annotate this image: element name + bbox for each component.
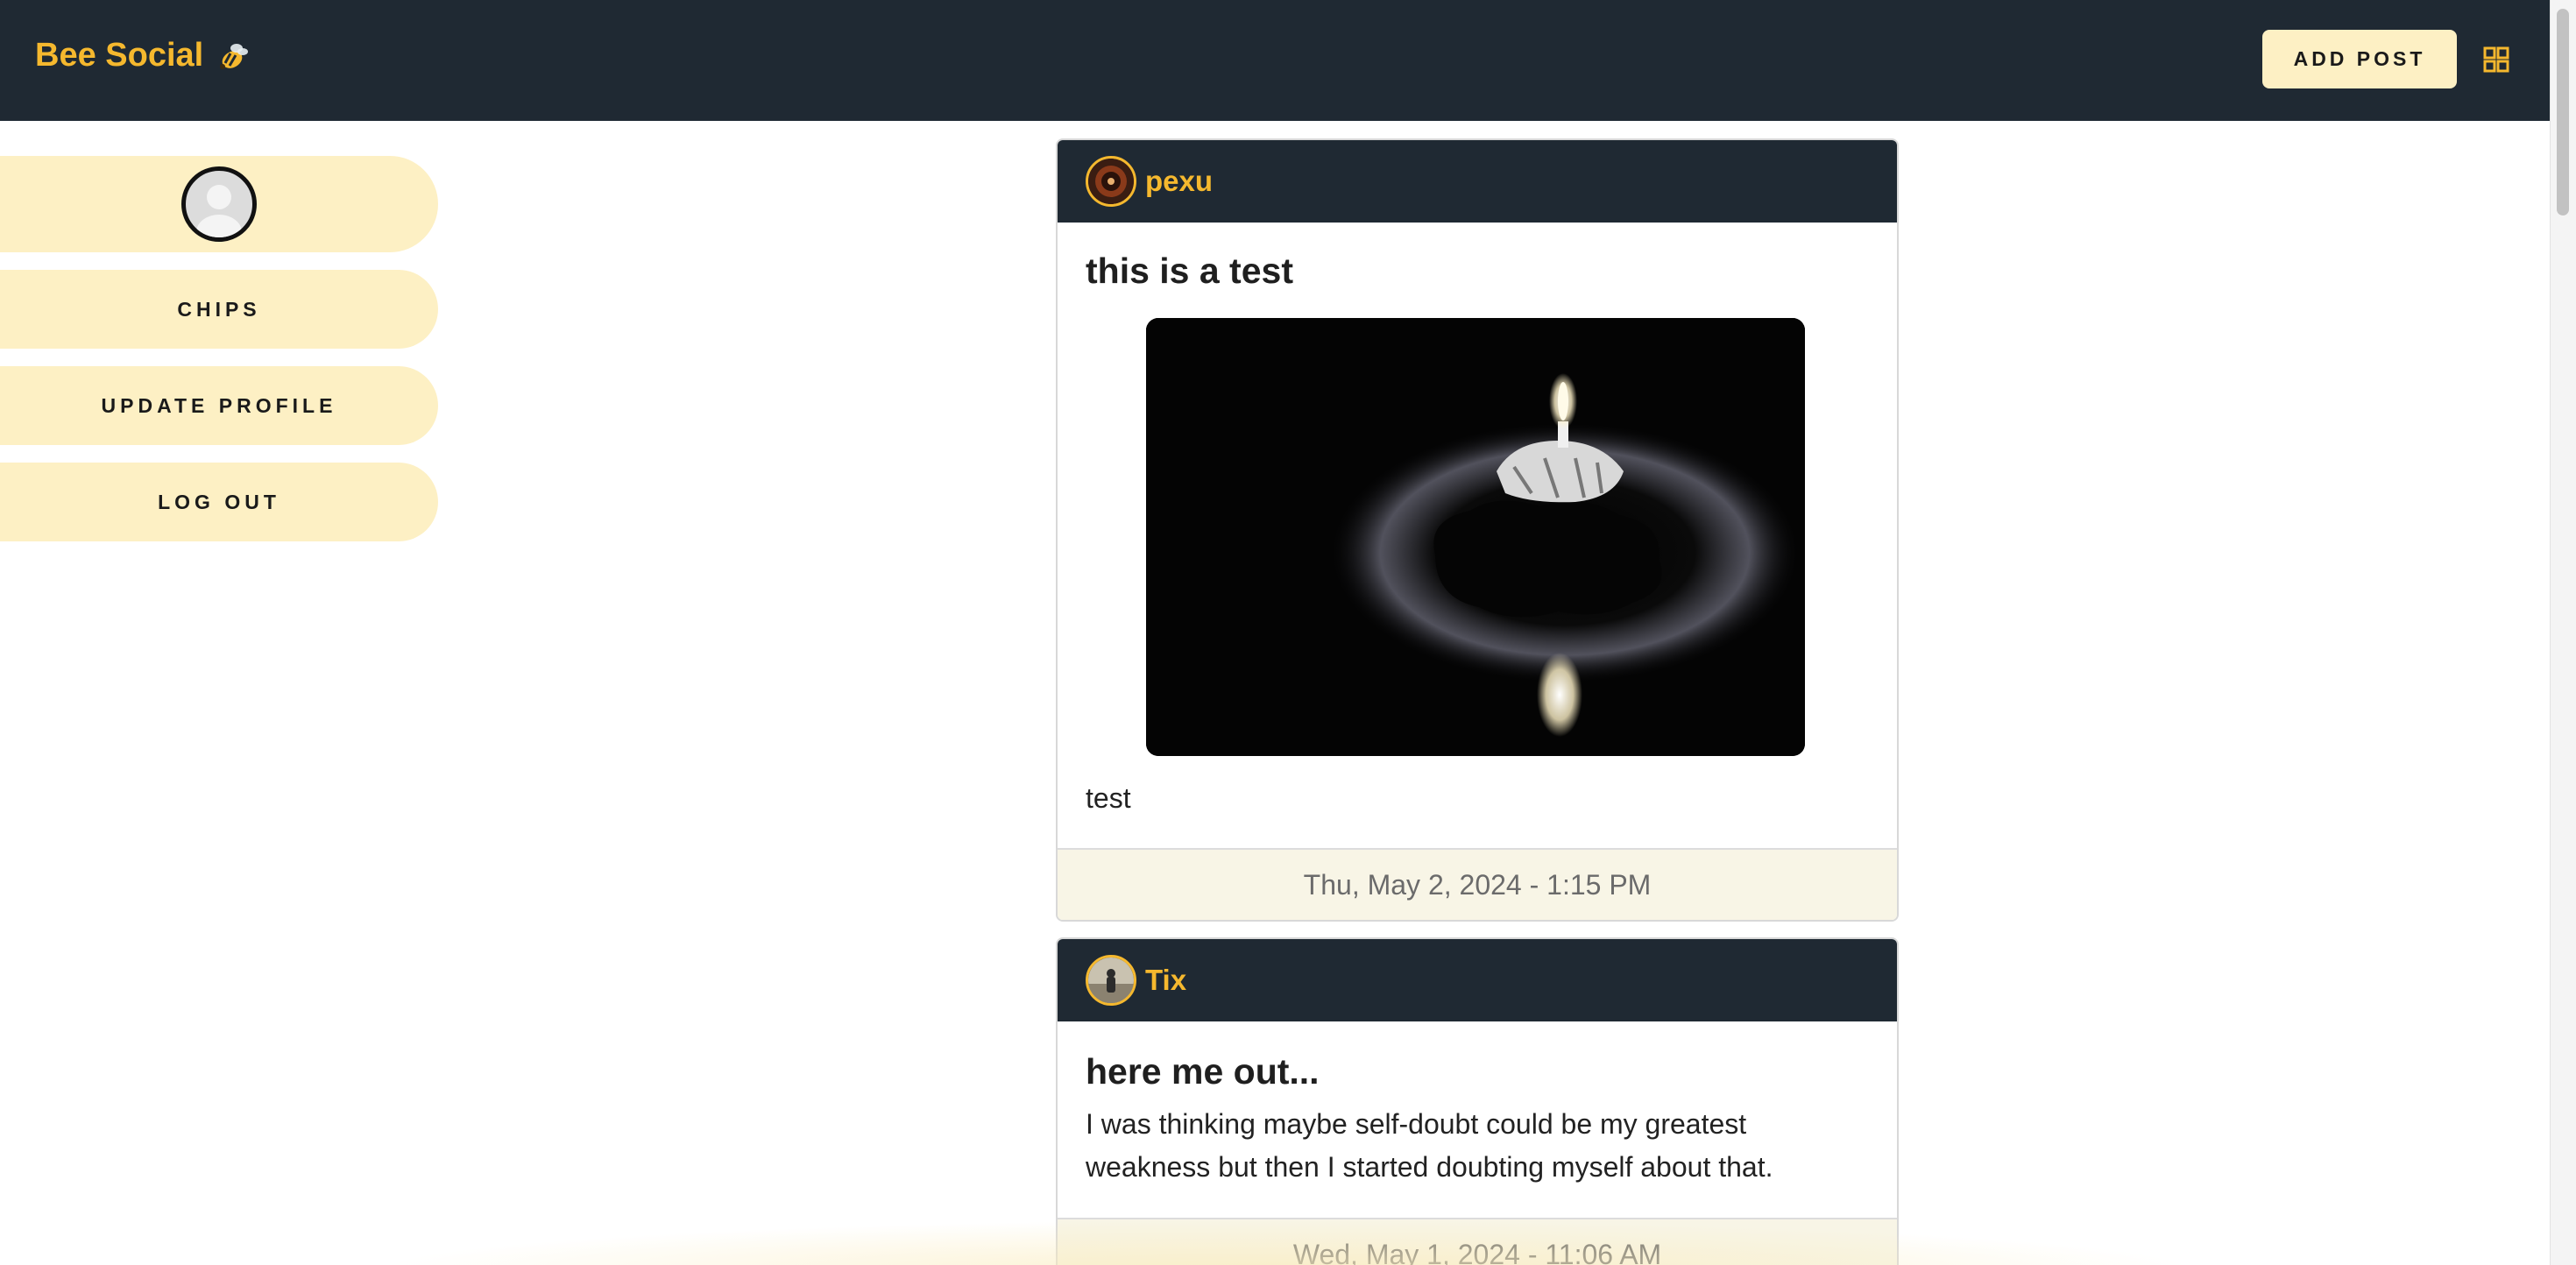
page: Bee Social ADD POST CHIPS UPDATE PROFILE…	[0, 0, 2576, 1265]
user-avatar[interactable]	[1086, 156, 1136, 207]
post-image	[1146, 318, 1805, 756]
avatar	[181, 166, 257, 242]
post-body: test	[1086, 782, 1131, 814]
sidebar-item-log-out[interactable]: LOG OUT	[0, 463, 438, 541]
post-body: I was thinking maybe self-doubt could be…	[1086, 1108, 1773, 1183]
grid-icon[interactable]	[2483, 46, 2509, 73]
top-navbar: Bee Social ADD POST	[0, 0, 2550, 121]
sidebar-item-update-profile[interactable]: UPDATE PROFILE	[0, 366, 438, 445]
profile-avatar-item[interactable]	[0, 156, 438, 252]
user-avatar[interactable]	[1086, 955, 1136, 1006]
post-card: pexu this is a test test Thu, May 2, 202…	[1056, 138, 1899, 922]
candle-image	[1146, 318, 1805, 756]
post-header: Tix	[1058, 939, 1897, 1021]
user-placeholder-icon	[196, 185, 242, 237]
post-timestamp: Wed, May 1, 2024 - 11:06 AM	[1058, 1218, 1897, 1265]
post-card: Tix here me out... I was thinking maybe …	[1056, 937, 1899, 1265]
brand-name: Bee Social	[35, 37, 204, 74]
post-timestamp: Thu, May 2, 2024 - 1:15 PM	[1058, 848, 1897, 920]
post-username[interactable]: pexu	[1145, 165, 1213, 198]
post-username[interactable]: Tix	[1145, 964, 1186, 997]
post-title: this is a test	[1086, 251, 1293, 291]
brand-link[interactable]: Bee Social	[35, 37, 249, 74]
bee-icon	[220, 43, 249, 69]
sidebar-item-chips[interactable]: CHIPS	[0, 270, 438, 349]
user-avatar-image	[1088, 958, 1134, 1003]
post-title: here me out...	[1086, 1051, 1320, 1092]
scrollbar-thumb[interactable]	[2557, 9, 2569, 216]
user-avatar-image	[1088, 159, 1134, 204]
add-post-button[interactable]: ADD POST	[2262, 30, 2457, 88]
post-header: pexu	[1058, 140, 1897, 223]
